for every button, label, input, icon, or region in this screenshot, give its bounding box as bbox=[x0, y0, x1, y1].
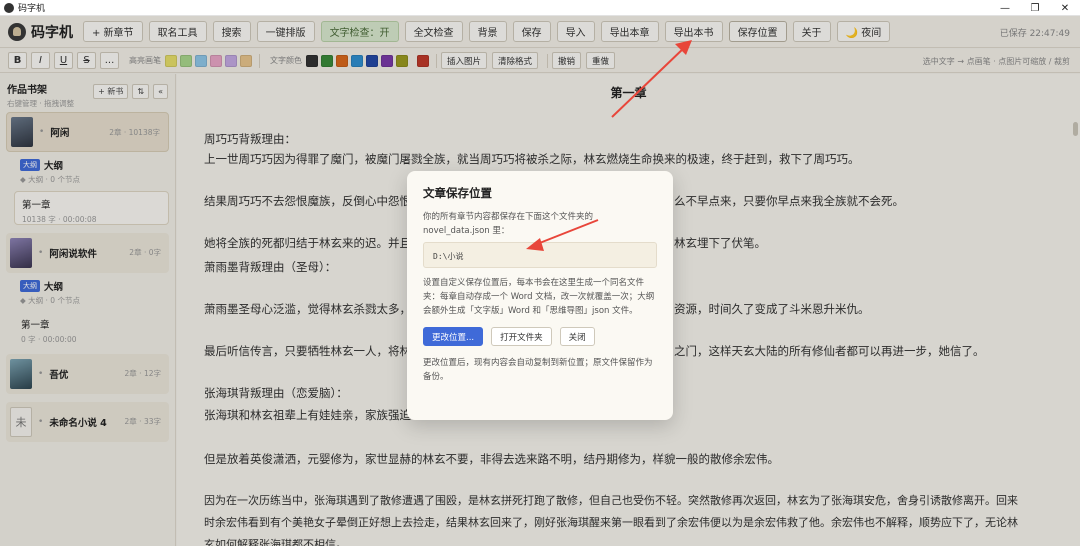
app-icon bbox=[4, 2, 14, 13]
close-icon[interactable]: ✕ bbox=[1050, 0, 1080, 16]
dialog-note: 设置自定义保存位置后，每本书会在这里生成一个同名文件夹：每章自动存成一个 Wor… bbox=[423, 278, 655, 316]
maximize-icon[interactable]: ❐ bbox=[1020, 0, 1050, 16]
open-folder-button[interactable]: 打开文件夹 bbox=[491, 327, 552, 346]
save-path-display: D:\小说 bbox=[423, 242, 657, 268]
dialog-title: 文章保存位置 bbox=[423, 186, 492, 200]
minimize-icon[interactable]: — bbox=[990, 0, 1020, 16]
close-dialog-button[interactable]: 关闭 bbox=[559, 327, 595, 346]
window-titlebar: 码字机 — ❐ ✕ bbox=[0, 0, 1080, 16]
dialog-description: 你的所有章节内容都保存在下面这个文件夹的 novel_data.json 里： bbox=[423, 212, 594, 236]
dialog-buttons: 更改位置... 打开文件夹 关闭 bbox=[423, 327, 657, 346]
dialog-footer: 更改位置后，现有内容会自动复制到新位置；原文件保留作为备份。 bbox=[423, 358, 653, 382]
window-controls: — ❐ ✕ bbox=[990, 0, 1080, 16]
change-location-button[interactable]: 更改位置... bbox=[423, 327, 484, 346]
window-title: 码字机 bbox=[18, 4, 46, 14]
save-location-dialog: 文章保存位置 你的所有章节内容都保存在下面这个文件夹的 novel_data.j… bbox=[407, 171, 673, 420]
